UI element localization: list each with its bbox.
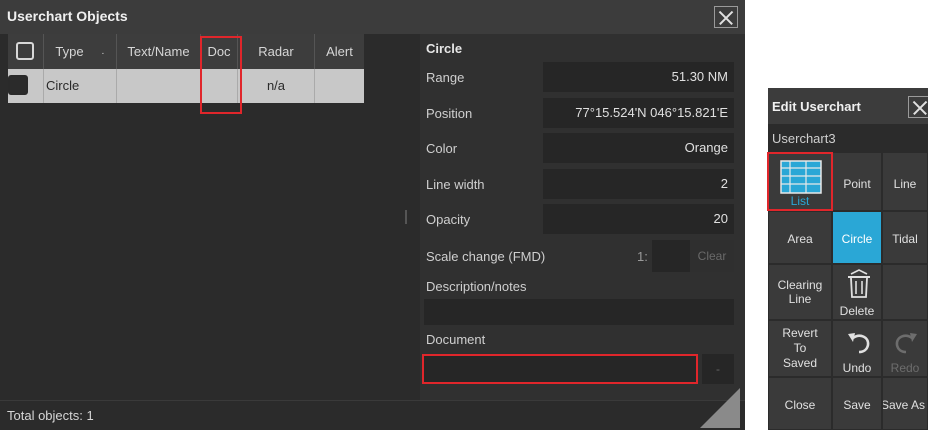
opacity-field[interactable]: 20	[543, 204, 734, 234]
description-field[interactable]	[424, 299, 734, 325]
userchart-name: Userchart3	[772, 131, 836, 146]
line-button-label: Line	[893, 177, 917, 191]
description-label: Description/notes	[426, 279, 527, 294]
range-label: Range	[426, 70, 465, 85]
undo-icon	[848, 333, 870, 354]
scale-change-label: Scale change (FMD)	[426, 249, 546, 264]
column-header-radar[interactable]: Radar	[238, 34, 315, 69]
scale-input[interactable]	[652, 240, 690, 272]
row-checkbox[interactable]	[8, 75, 28, 95]
redo-button[interactable]: Redo	[882, 320, 928, 377]
column-header-alert[interactable]: Alert	[315, 34, 364, 69]
delete-button[interactable]: Delete	[832, 264, 882, 320]
column-header-type[interactable]: Type ·	[44, 34, 117, 69]
redo-icon	[895, 333, 917, 354]
point-button[interactable]: Point	[832, 152, 882, 211]
table-body	[8, 103, 364, 400]
revert-label-3: Saved	[782, 356, 818, 370]
area-button[interactable]: Area	[768, 211, 832, 264]
trash-icon	[848, 269, 870, 298]
revert-label-1: Revert	[782, 326, 818, 340]
panel-splitter-handle[interactable]	[405, 210, 407, 224]
clearing-line-button[interactable]: Clearing Line	[768, 264, 832, 320]
document-label: Document	[426, 332, 486, 347]
select-all-checkbox[interactable]	[16, 42, 34, 60]
empty-tool-slot	[882, 264, 928, 320]
close-icon[interactable]	[714, 6, 738, 28]
delete-button-label: Delete	[839, 304, 875, 318]
save-as-button[interactable]: Save As	[882, 377, 928, 430]
redo-button-label: Redo	[890, 361, 920, 375]
cell-type: Circle	[44, 69, 117, 103]
close-button[interactable]: Close	[768, 377, 832, 430]
list-button-highlight	[767, 152, 833, 211]
column-label-type: Type	[55, 44, 84, 59]
cell-text-name	[117, 69, 201, 103]
circle-button-label: Circle	[841, 232, 873, 246]
clearing-line-label-2: Line	[788, 292, 812, 306]
properties-title: Circle	[426, 41, 463, 56]
clear-button[interactable]: Clear	[690, 240, 734, 272]
save-button-label: Save	[843, 398, 871, 412]
save-as-button-label: Save As	[882, 398, 926, 412]
line-button[interactable]: Line	[882, 152, 928, 211]
color-label: Color	[426, 141, 458, 156]
undo-button[interactable]: Undo	[832, 320, 882, 377]
scale-prefix: 1:	[637, 249, 648, 264]
tidal-button-label: Tidal	[892, 232, 918, 246]
document-browse-button[interactable]: -	[702, 354, 734, 384]
sort-indicator-icon: ·	[101, 48, 105, 59]
document-field[interactable]	[422, 354, 698, 384]
row-select-cell	[8, 69, 44, 103]
area-button-label: Area	[787, 232, 813, 246]
resize-grip-icon[interactable]	[700, 388, 740, 428]
total-objects-text: Total objects: 1	[7, 408, 94, 423]
revert-to-saved-button[interactable]: Revert To Saved	[768, 320, 832, 377]
window-title: Userchart Objects	[7, 8, 128, 24]
line-width-label: Line width	[426, 177, 485, 192]
doc-column-highlight	[200, 36, 242, 114]
edit-panel-title: Edit Userchart	[772, 99, 861, 114]
column-header-text-name[interactable]: Text/Name	[117, 34, 201, 69]
line-width-field[interactable]: 2	[543, 169, 734, 199]
status-bar	[0, 400, 745, 430]
range-field[interactable]: 51.30 NM	[543, 62, 734, 92]
opacity-label: Opacity	[426, 212, 471, 227]
color-field[interactable]: Orange	[543, 133, 734, 163]
undo-button-label: Undo	[842, 361, 872, 375]
circle-button[interactable]: Circle	[832, 211, 882, 264]
position-label: Position	[426, 106, 473, 121]
position-field[interactable]: 77°15.524'N 046°15.821'E	[543, 98, 734, 128]
cell-radar: n/a	[238, 69, 315, 103]
revert-label-2: To	[793, 341, 807, 355]
save-button[interactable]: Save	[832, 377, 882, 430]
select-all-cell	[8, 34, 44, 69]
table-row[interactable]: Circle n/a	[8, 69, 364, 103]
close-button-label: Close	[784, 398, 816, 412]
point-button-label: Point	[843, 177, 871, 191]
tidal-button[interactable]: Tidal	[882, 211, 928, 264]
clearing-line-label-1: Clearing	[777, 278, 823, 292]
table-header: Type · Text/Name Doc Radar Alert	[8, 34, 364, 69]
cell-alert	[315, 69, 364, 103]
close-icon[interactable]	[908, 96, 928, 118]
